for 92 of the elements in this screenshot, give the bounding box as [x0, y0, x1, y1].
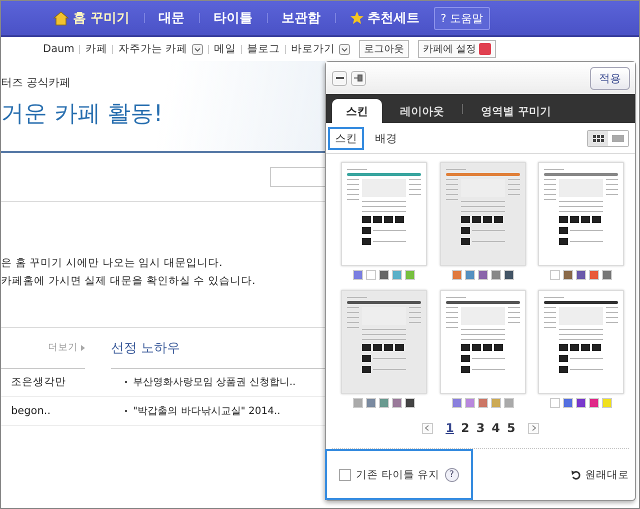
- color-swatch[interactable]: [366, 270, 376, 280]
- tab[interactable]: 레이아웃: [386, 99, 458, 123]
- post-author: begon..: [10, 405, 52, 417]
- minus-icon: [336, 77, 344, 79]
- tab[interactable]: 영역별 꾸미기: [467, 99, 565, 123]
- checkbox[interactable]: [339, 468, 351, 480]
- reset-button[interactable]: 원래대로: [571, 468, 629, 482]
- skin-preview-drawing[interactable]: [538, 162, 624, 266]
- tab[interactable]: 스킨: [332, 99, 382, 123]
- color-swatch[interactable]: [392, 398, 402, 408]
- page-link[interactable]: 3: [476, 421, 485, 435]
- notice-text: 카페홈에 가시면 실제 대문을 확인하실 수 있습니다.: [1, 274, 256, 288]
- color-swatch[interactable]: [452, 398, 462, 408]
- notification-badge-icon: [478, 43, 491, 55]
- color-swatch[interactable]: [504, 270, 514, 280]
- skin-preview-drawing[interactable]: [440, 290, 526, 394]
- color-swatch[interactable]: [563, 270, 573, 280]
- top-link[interactable]: 메일: [214, 42, 236, 56]
- page-link[interactable]: 2: [460, 421, 470, 435]
- color-swatch[interactable]: [550, 398, 560, 408]
- cafe-title: 거운 카페 활동!: [1, 100, 163, 129]
- color-swatch[interactable]: [602, 398, 612, 408]
- post-title-link[interactable]: 부산영화사랑모임 상품권 신청합니..: [133, 375, 296, 389]
- top-link[interactable]: 블로그: [246, 42, 280, 56]
- section-title: 선정 노하우: [111, 340, 180, 356]
- sub-tab[interactable]: 스킨: [328, 126, 364, 150]
- minimize-button[interactable]: [332, 70, 347, 86]
- color-swatch[interactable]: [405, 270, 415, 280]
- grid-icon: [592, 134, 604, 142]
- color-swatch[interactable]: [602, 270, 612, 280]
- color-swatch[interactable]: [589, 398, 599, 408]
- page-link[interactable]: 5: [507, 421, 516, 435]
- color-swatch[interactable]: [353, 270, 363, 280]
- skin-preview-drawing[interactable]: [341, 162, 427, 266]
- triangle-icon: [81, 344, 85, 350]
- top-link[interactable]: 카페: [85, 42, 108, 56]
- color-swatch[interactable]: [379, 398, 389, 408]
- color-swatch[interactable]: [550, 270, 560, 280]
- cafe-subtitle: 터즈 공식카페: [1, 75, 70, 90]
- color-swatch[interactable]: [576, 270, 586, 280]
- star-icon: [350, 11, 364, 25]
- color-swatch[interactable]: [464, 398, 474, 408]
- color-swatch[interactable]: [576, 398, 586, 408]
- color-swatch[interactable]: [392, 270, 402, 280]
- top-link[interactable]: 자주가는 카페: [118, 42, 203, 56]
- list-icon: [612, 134, 624, 142]
- color-swatch[interactable]: [464, 270, 474, 280]
- color-swatch[interactable]: [490, 398, 500, 408]
- post-title-link[interactable]: "박갑출의 바다낚시교실" 2014..: [133, 404, 280, 418]
- previous-page-button[interactable]: [422, 422, 433, 434]
- nav-item[interactable]: 보관함: [282, 9, 321, 27]
- sub-tab[interactable]: 배경: [368, 126, 404, 150]
- dropdown-icon: [338, 44, 350, 54]
- help-button[interactable]: ? 도움말: [434, 6, 490, 30]
- top-link[interactable]: 바로가기: [290, 42, 350, 56]
- color-swatch[interactable]: [452, 270, 462, 280]
- page-link[interactable]: 4: [492, 421, 500, 435]
- notice-text: 은 홈 꾸미기 시에만 나오는 임시 대문입니다.: [1, 256, 222, 270]
- pin-icon: [354, 74, 364, 82]
- nav-item[interactable]: 대문: [158, 9, 185, 27]
- nav-item[interactable]: 추천세트: [350, 9, 420, 27]
- color-swatch[interactable]: [478, 270, 488, 280]
- skin-preview-drawing[interactable]: [341, 290, 427, 394]
- color-swatch[interactable]: [478, 398, 488, 408]
- color-swatch[interactable]: [589, 270, 599, 280]
- top-link[interactable]: Daum: [43, 43, 74, 55]
- color-swatch[interactable]: [504, 398, 514, 408]
- undo-icon: [571, 470, 581, 480]
- next-page-button[interactable]: [528, 422, 540, 434]
- help-button[interactable]: ?: [444, 468, 459, 482]
- chevron-right-icon: [532, 425, 536, 431]
- house-icon: [53, 10, 69, 26]
- checkbox-label: 기존 타이틀 유지: [356, 468, 440, 482]
- pin-button[interactable]: [351, 70, 366, 86]
- color-swatch[interactable]: [379, 270, 389, 280]
- page-link[interactable]: 1: [446, 421, 454, 435]
- nav-item[interactable]: 홈 꾸미기: [53, 9, 130, 27]
- nav-item[interactable]: 타이틀: [214, 9, 253, 27]
- apply-button[interactable]: 적용: [590, 66, 630, 90]
- color-swatch[interactable]: [405, 398, 415, 408]
- post-author: 조은생각만: [10, 375, 67, 389]
- color-swatch[interactable]: [366, 398, 376, 408]
- skin-preview-drawing[interactable]: [440, 162, 526, 266]
- color-swatch[interactable]: [563, 398, 573, 408]
- account-button[interactable]: 카페에 설정: [418, 40, 496, 58]
- account-button[interactable]: 로그아웃: [358, 40, 409, 58]
- dropdown-icon: [192, 44, 203, 54]
- chevron-left-icon: [425, 425, 430, 431]
- color-swatch[interactable]: [353, 398, 363, 408]
- skin-preview-drawing[interactable]: [538, 290, 624, 394]
- grid-view-button[interactable]: [588, 130, 608, 146]
- color-swatch[interactable]: [490, 270, 500, 280]
